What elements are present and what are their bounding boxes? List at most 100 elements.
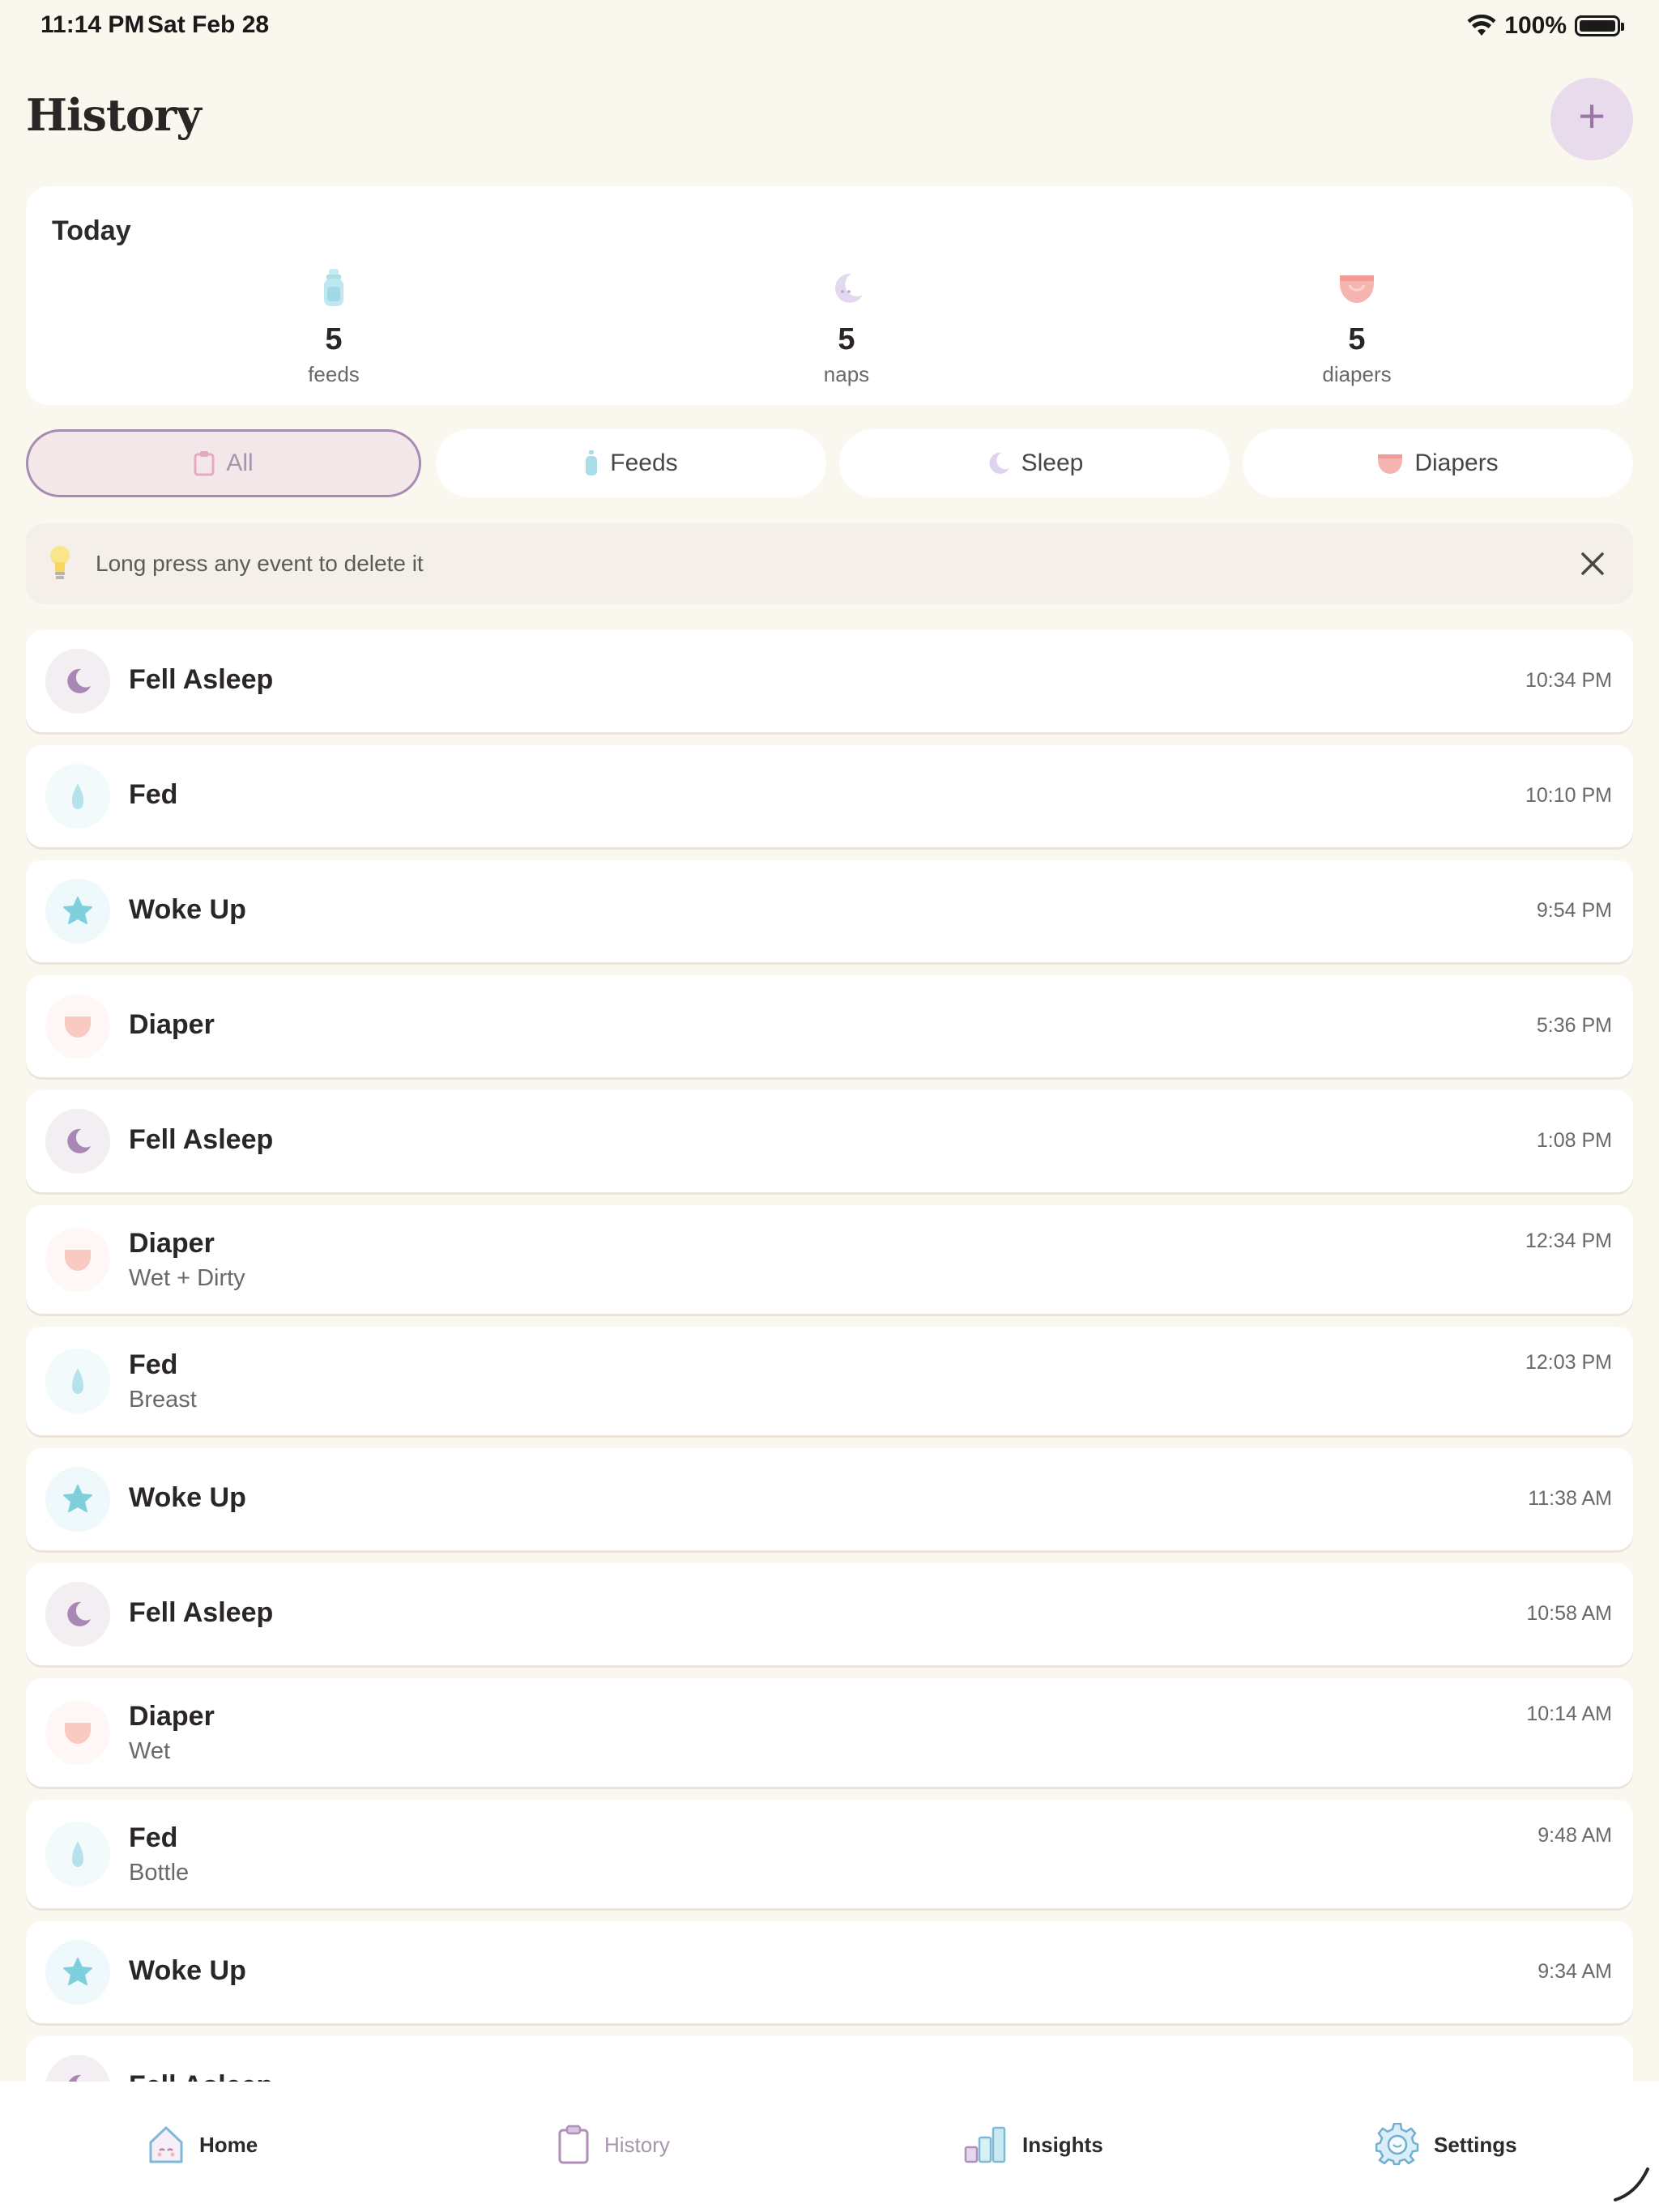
event-time: 11:38 AM: [1528, 1487, 1612, 1510]
event-time: 12:03 PM: [1525, 1351, 1612, 1374]
clipboard-icon: [194, 451, 215, 476]
event-row[interactable]: Woke Up 11:38 AM: [26, 1448, 1633, 1550]
event-title: Fell Asleep: [129, 664, 274, 695]
status-bar: 11:14 PM Sat Feb 28 100%: [0, 0, 1659, 52]
event-time: 10:34 PM: [1525, 669, 1612, 692]
event-time: 9:34 AM: [1537, 1960, 1612, 1983]
event-time: 10:58 AM: [1526, 1602, 1612, 1625]
event-title: Woke Up: [129, 894, 246, 925]
moon-icon: [45, 2055, 110, 2082]
event-title: Fell Asleep: [129, 1597, 274, 1628]
feeds-count: 5: [325, 322, 343, 356]
event-row[interactable]: Fell Asleep 1:08 PM: [26, 1090, 1633, 1192]
event-title: Diaper: [129, 1228, 215, 1259]
naps-label: naps: [823, 362, 870, 386]
event-time: 12:34 PM: [1525, 1230, 1612, 1252]
droplet-icon: [45, 764, 110, 829]
nav-label-insights: Insights: [1022, 2132, 1103, 2157]
filter-tab-feeds-label: Feeds: [610, 450, 678, 476]
nav-item-history[interactable]: History: [557, 2120, 670, 2169]
gear-icon: [1375, 2123, 1419, 2166]
diaper-icon: [45, 1227, 110, 1292]
event-time: 1:08 PM: [1536, 1129, 1612, 1152]
event-time: 9:48 AM: [1537, 1824, 1612, 1847]
stat-diapers: 5 diapers: [1260, 267, 1454, 387]
page-title: History: [26, 89, 202, 141]
event-row[interactable]: Fell Asleep 10:58 AM: [26, 1563, 1633, 1665]
event-row[interactable]: Fed 10:10 PM: [26, 745, 1633, 847]
event-time: 10:14 AM: [1526, 1703, 1612, 1725]
event-title: Fell Asleep: [129, 1124, 274, 1155]
bottle-icon: [586, 450, 598, 475]
event-time: 10:10 PM: [1525, 784, 1612, 807]
bottle-icon: [237, 267, 431, 309]
event-subtitle: Wet + Dirty: [129, 1265, 245, 1291]
nav-item-home[interactable]: Home: [147, 2120, 258, 2169]
filter-tab-diapers[interactable]: Diapers: [1243, 429, 1633, 497]
event-row[interactable]: Fed Bottle 9:48 AM: [26, 1800, 1633, 1908]
moon-icon: [749, 267, 944, 309]
event-row[interactable]: Diaper 5:36 PM: [26, 975, 1633, 1077]
nav-item-insights[interactable]: Insights: [964, 2120, 1103, 2169]
event-row[interactable]: Diaper Wet 10:14 AM: [26, 1678, 1633, 1787]
event-list: Fell Asleep 10:34 PM Fed 10:10 PM Woke Up 9:5…: [26, 630, 1633, 2082]
nav-label-settings: Settings: [1434, 2132, 1517, 2157]
today-summary-card: Today 5 feeds 5 naps 5 diapers: [26, 186, 1633, 405]
filter-tab-all-label: All: [226, 450, 254, 476]
event-time: 5:36 PM: [1536, 1014, 1612, 1037]
filter-tab-feeds[interactable]: Feeds: [436, 429, 826, 497]
event-subtitle: Breast: [129, 1387, 197, 1413]
event-title: Woke Up: [129, 1482, 246, 1513]
status-time: 11:14 PM: [41, 11, 145, 38]
event-row[interactable]: Woke Up 9:34 AM: [26, 1921, 1633, 2023]
feeds-label: feeds: [308, 362, 360, 386]
diapers-label: diapers: [1322, 362, 1392, 386]
event-title: Fed: [129, 1822, 178, 1853]
stat-feeds: 5 feeds: [237, 267, 431, 387]
filter-tab-diapers-label: Diapers: [1414, 450, 1499, 476]
event-subtitle: Wet: [129, 1738, 171, 1764]
bar-chart-icon: [964, 2126, 1006, 2163]
droplet-icon: [45, 1349, 110, 1413]
filter-tab-all[interactable]: All: [26, 429, 421, 497]
star-icon: [45, 879, 110, 944]
filter-tab-sleep-label: Sleep: [1021, 450, 1084, 476]
diaper-icon: [1378, 454, 1403, 474]
scroll-indicator: [1614, 2167, 1649, 2201]
event-subtitle: Bottle: [129, 1860, 190, 1886]
filter-tab-sleep[interactable]: Sleep: [839, 429, 1230, 497]
naps-count: 5: [838, 322, 855, 356]
filter-tabs: All Feeds Sleep Diapers: [26, 429, 1633, 499]
event-title: Diaper: [129, 1701, 215, 1732]
star-icon: [45, 1467, 110, 1532]
add-event-button[interactable]: +: [1550, 78, 1633, 160]
moon-icon: [45, 1582, 110, 1647]
stat-naps: 5 naps: [749, 267, 944, 387]
close-icon[interactable]: [1576, 548, 1609, 580]
clipboard-icon: [558, 2125, 589, 2164]
moon-icon: [45, 1109, 110, 1174]
event-row[interactable]: Fell Asleep 10:34 PM: [26, 630, 1633, 732]
event-title: Woke Up: [129, 1955, 246, 1986]
nav-label-history: History: [604, 2132, 670, 2157]
event-row[interactable]: Fed Breast 12:03 PM: [26, 1327, 1633, 1435]
moon-icon: [989, 452, 1009, 474]
house-icon: [149, 2126, 183, 2163]
bottom-nav: Home History Insights Settings: [0, 2082, 1659, 2212]
summary-title: Today: [52, 215, 131, 246]
tip-banner: Long press any event to delete it: [26, 523, 1633, 604]
event-row[interactable]: Diaper Wet + Dirty 12:34 PM: [26, 1205, 1633, 1314]
lightbulb-icon: [50, 546, 70, 579]
event-title: Fell Asleep: [129, 2070, 273, 2082]
moon-icon: [45, 649, 110, 714]
event-row[interactable]: Woke Up 9:54 PM: [26, 860, 1633, 962]
nav-item-settings[interactable]: Settings: [1375, 2120, 1517, 2169]
plus-icon: +: [1578, 90, 1606, 143]
event-time: 9:54 PM: [1536, 899, 1612, 922]
diaper-icon: [45, 994, 110, 1059]
diaper-icon: [45, 1700, 110, 1765]
event-row[interactable]: Fell Asleep: [26, 2036, 1633, 2082]
tip-text: Long press any event to delete it: [96, 551, 424, 576]
diaper-icon: [1260, 267, 1454, 309]
star-icon: [45, 1940, 110, 2005]
